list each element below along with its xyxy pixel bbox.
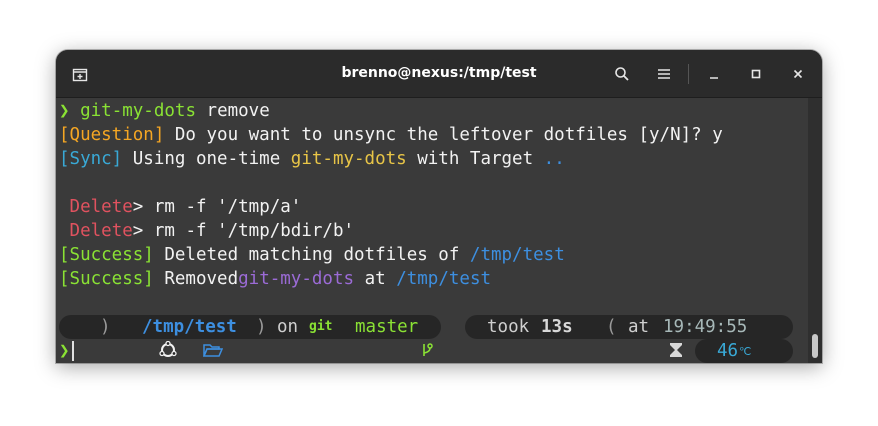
question-tag: [Question] (59, 125, 165, 145)
success-line: [Success] Deleted matching dotfiles of /… (59, 243, 565, 267)
delete-line: Delete> rm -f '/tmp/a' (59, 195, 302, 219)
success-text: Deleted matching dotfiles of (153, 245, 470, 265)
directory-parent: tmp (152, 317, 185, 337)
scrollbar-thumb[interactable] (812, 334, 818, 358)
command-duration: 13s (541, 317, 573, 337)
prompt-symbol: ❯ (59, 101, 70, 121)
temperature-value: 46 (717, 341, 739, 361)
prompt-directory: /tmp/test (142, 315, 237, 339)
directory-separator: / (142, 317, 153, 337)
menu-icon[interactable] (652, 62, 676, 86)
minimize-icon[interactable] (702, 62, 726, 86)
text-cursor (71, 341, 74, 361)
success-tool-name: git-my-dots (238, 269, 355, 289)
command-argument: remove (196, 101, 270, 121)
command-line: ❯ git-my-dots remove (59, 99, 270, 123)
sync-tag: [Sync] (59, 149, 123, 169)
success-path: /tmp/test (396, 269, 492, 289)
delete-tag: Delete (69, 197, 133, 217)
segment-paren-close: ) (256, 317, 267, 337)
at-label: at (628, 317, 650, 337)
success-tag: [Success] (59, 269, 154, 289)
success-text: Removed (153, 269, 239, 289)
success-line: [Success] Removedgit-my-dots at /tmp/tes… (59, 267, 491, 291)
search-icon[interactable] (610, 62, 634, 86)
question-text: Do you want to unsync the leftover dotfi… (164, 125, 723, 145)
delete-command: > rm -f '/tmp/bdir/b' (132, 221, 355, 241)
sync-tool-name: git-my-dots (290, 149, 407, 169)
took-label: took (487, 317, 530, 337)
delete-line: Delete> rm -f '/tmp/bdir/b' (59, 219, 354, 243)
close-icon[interactable] (786, 62, 810, 86)
sync-target-text: with Target (406, 149, 544, 169)
title-bar: brenno@nexus:/tmp/test (56, 50, 822, 98)
current-time: 19:49:55 (663, 317, 748, 337)
git-label: git (309, 319, 333, 334)
success-path: /tmp/test (469, 245, 565, 265)
scrollbar[interactable] (808, 98, 822, 363)
sync-line: [Sync] Using one-time git-my-dots with T… (59, 147, 565, 171)
success-at-text: at (354, 269, 397, 289)
maximize-icon[interactable] (744, 62, 768, 86)
input-prompt-symbol: ❯ (59, 341, 70, 361)
command-name: git-my-dots (80, 101, 196, 121)
prompt-right-segment: took 13s ( at 19:49:55 (465, 315, 793, 357)
sync-target-path: .. (543, 149, 565, 169)
directory-current: test (194, 317, 237, 337)
segment-paren-open: ( (606, 317, 617, 337)
question-line: [Question] Do you want to unsync the lef… (59, 123, 723, 147)
segment-paren-close: ) (100, 317, 111, 337)
prompt-left-segment: ) /tmp/test ) on git master (59, 315, 441, 357)
terminal-output[interactable]: ❯ git-my-dots remove [Question] Do you w… (56, 98, 808, 363)
input-line[interactable]: ❯ (59, 339, 74, 363)
delete-command: > rm -f '/tmp/a' (132, 197, 302, 217)
git-branch: master (355, 317, 419, 337)
temperature-segment: 46 ℃ (695, 339, 793, 363)
on-label: on (277, 317, 299, 337)
success-tag: [Success] (59, 245, 154, 265)
titlebar-separator (688, 64, 689, 84)
directory-separator: / (184, 317, 195, 337)
terminal-window: brenno@nexus:/tmp/test ❯ git-my-dots rem… (56, 50, 822, 363)
temperature-unit: ℃ (739, 345, 752, 358)
sync-text: Using one-time (122, 149, 291, 169)
delete-tag: Delete (69, 221, 133, 241)
